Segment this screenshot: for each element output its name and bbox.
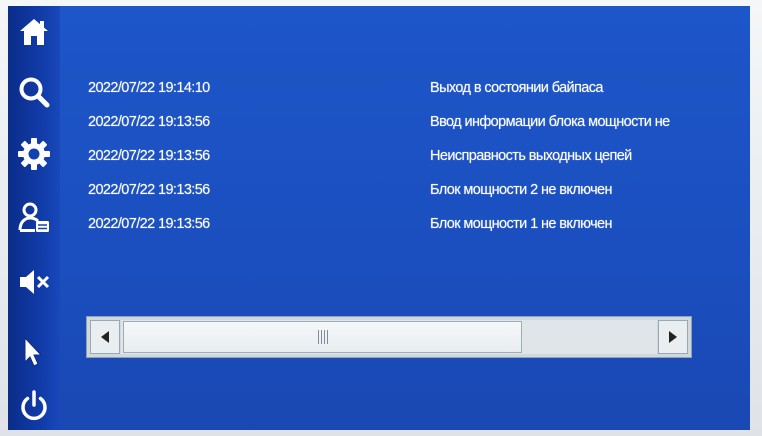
- log-message: Блок мощности 1 не включен: [430, 216, 613, 232]
- log-message: Блок мощности 2 не включен: [430, 182, 613, 198]
- search-icon: [19, 77, 50, 108]
- home-icon: [20, 19, 48, 45]
- log-row[interactable]: 2022/07/22 19:14:10 Выход в состоянии ба…: [88, 80, 738, 114]
- log-time: 2022/07/22 19:13:56: [88, 114, 210, 130]
- log-row[interactable]: 2022/07/22 19:13:56 Ввод информации блок…: [88, 114, 738, 148]
- power-icon: [21, 390, 47, 421]
- log-row[interactable]: 2022/07/22 19:13:56 Блок мощности 1 не в…: [88, 216, 738, 250]
- scroll-right-button[interactable]: [658, 320, 688, 354]
- log-message: Неисправность выходных цепей: [430, 148, 632, 164]
- log-time: 2022/07/22 19:13:56: [88, 216, 210, 232]
- log-time: 2022/07/22 19:13:56: [88, 182, 210, 198]
- search-button[interactable]: [12, 70, 56, 114]
- touch-screen: 2022/07/22 19:14:10 Выход в состоянии ба…: [8, 6, 750, 430]
- log-message: Выход в состоянии байпаса: [430, 80, 603, 96]
- horizontal-scrollbar[interactable]: [86, 316, 692, 358]
- arrow-right-icon: [669, 331, 677, 343]
- home-button[interactable]: [12, 10, 56, 54]
- power-button[interactable]: [12, 384, 56, 428]
- mute-button[interactable]: [12, 260, 56, 304]
- arrow-left-icon: [101, 331, 109, 343]
- user-card-icon: [18, 202, 49, 232]
- log-row[interactable]: 2022/07/22 19:13:56 Блок мощности 2 не в…: [88, 182, 738, 216]
- pointer-button[interactable]: [12, 330, 56, 374]
- settings-button[interactable]: [12, 132, 56, 176]
- log-message: Ввод информации блока мощности не: [430, 114, 670, 130]
- mute-icon: [20, 270, 50, 294]
- sidebar: [8, 6, 60, 430]
- event-log: 2022/07/22 19:14:10 Выход в состоянии ба…: [88, 80, 738, 250]
- log-time: 2022/07/22 19:13:56: [88, 148, 210, 164]
- pointer-icon: [24, 336, 43, 367]
- log-time: 2022/07/22 19:14:10: [88, 80, 210, 96]
- scroll-thumb[interactable]: [123, 321, 522, 353]
- grip-icon: [317, 330, 328, 344]
- scroll-track[interactable]: [121, 320, 657, 354]
- gear-icon: [18, 138, 50, 170]
- log-row[interactable]: 2022/07/22 19:13:56 Неисправность выходн…: [88, 148, 738, 182]
- user-button[interactable]: [12, 196, 56, 240]
- scroll-left-button[interactable]: [90, 320, 120, 354]
